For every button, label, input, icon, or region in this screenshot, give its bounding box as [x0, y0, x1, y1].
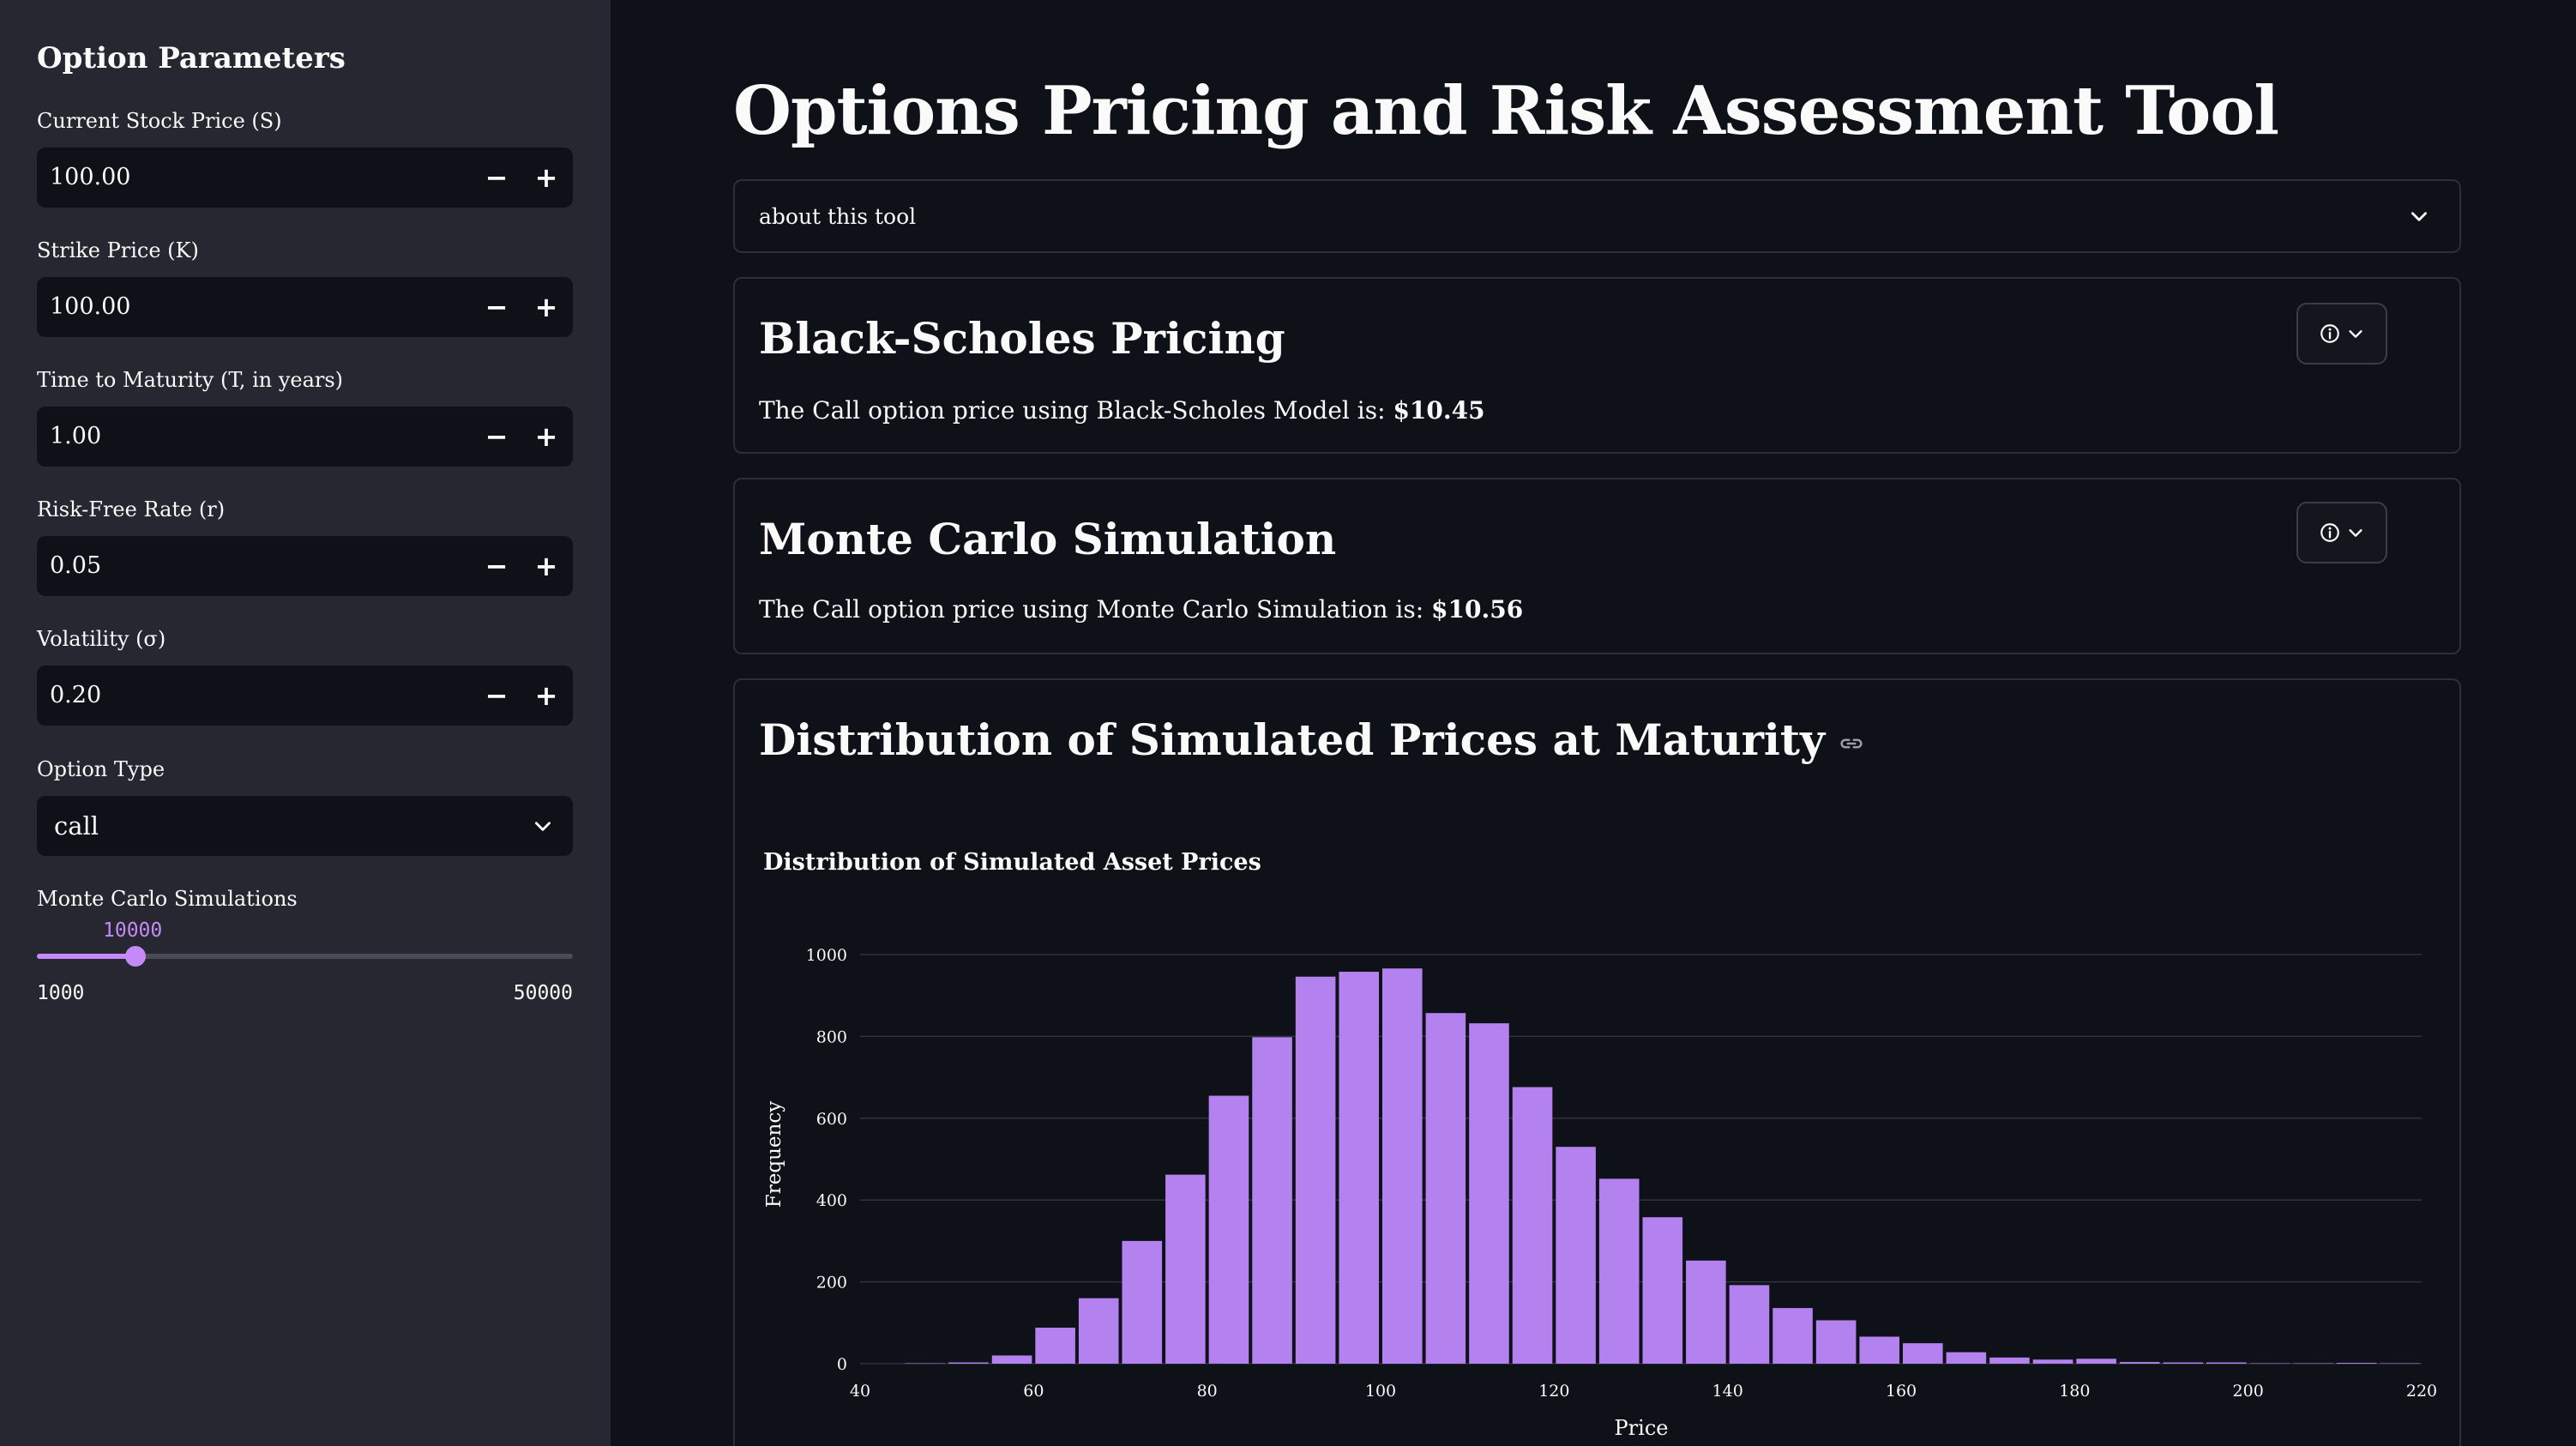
y-tick-label: 1000	[806, 946, 847, 965]
histogram-bar	[2119, 1362, 2160, 1364]
x-tick-label: 160	[1886, 1382, 1917, 1401]
histogram-bar	[1729, 1285, 1770, 1364]
histogram-bar	[1035, 1328, 1075, 1364]
x-tick-label: 40	[850, 1382, 870, 1401]
x-tick-label: 60	[1023, 1382, 1044, 1401]
y-tick-label: 200	[816, 1274, 847, 1292]
histogram-bar	[1512, 1087, 1553, 1364]
histogram-bar	[1339, 972, 1379, 1364]
y-tick-label: 400	[816, 1191, 847, 1210]
histogram-bar	[1598, 1178, 1640, 1364]
chart-title: Distribution of Simulated Asset Prices	[763, 849, 1261, 876]
chart-y-axis-label: Frequency	[763, 1101, 785, 1208]
x-tick-label: 100	[1365, 1382, 1396, 1401]
histogram-bar	[1165, 1174, 1206, 1364]
histogram-bar	[2076, 1359, 2116, 1364]
histogram-bar	[1903, 1343, 1943, 1364]
histogram-bar	[1989, 1357, 2030, 1364]
chart-x-axis-label: Price	[1615, 1416, 1669, 1440]
histogram-bar	[1946, 1352, 1987, 1364]
x-tick-label: 180	[2059, 1382, 2090, 1401]
y-tick-label: 600	[816, 1110, 847, 1129]
histogram-bar	[2336, 1363, 2377, 1364]
histogram-bar	[1556, 1147, 1596, 1364]
histogram-bar	[1469, 1023, 1509, 1364]
histogram-bar	[1686, 1260, 1726, 1364]
distribution-chart: Distribution of Simulated Asset Prices 0…	[763, 849, 2437, 1440]
y-tick-label: 800	[816, 1027, 847, 1046]
x-tick-label: 120	[1538, 1382, 1569, 1401]
chart-bars	[905, 968, 2420, 1364]
histogram-bar	[1425, 1013, 1466, 1364]
x-tick-label: 80	[1197, 1382, 1218, 1401]
histogram-bar	[2163, 1362, 2204, 1364]
histogram-bar	[1122, 1240, 1163, 1364]
chart-y-ticks: 0 200 400 600 800 1000	[806, 946, 847, 1374]
x-tick-label: 220	[2406, 1382, 2437, 1401]
chart-x-ticks: 40 60 80 100 120 140 160 180 200 220	[850, 1382, 2437, 1401]
y-tick-label: 0	[837, 1355, 847, 1374]
x-tick-label: 200	[2233, 1382, 2264, 1401]
histogram-bar	[2206, 1362, 2247, 1364]
x-tick-label: 140	[1712, 1382, 1743, 1401]
histogram-bar	[2032, 1359, 2073, 1364]
histogram-bar	[1642, 1217, 1683, 1364]
histogram-bar	[991, 1355, 1032, 1364]
histogram-bar	[1295, 976, 1336, 1364]
histogram-bar	[1773, 1308, 1813, 1364]
histogram-bar	[1815, 1320, 1857, 1364]
histogram-bar	[1252, 1037, 1292, 1364]
histogram-bar	[1078, 1298, 1119, 1364]
histogram-bar	[1208, 1095, 1249, 1364]
histogram-bar	[1382, 968, 1423, 1364]
histogram-bar	[948, 1362, 989, 1364]
histogram-bar	[1859, 1336, 1899, 1364]
